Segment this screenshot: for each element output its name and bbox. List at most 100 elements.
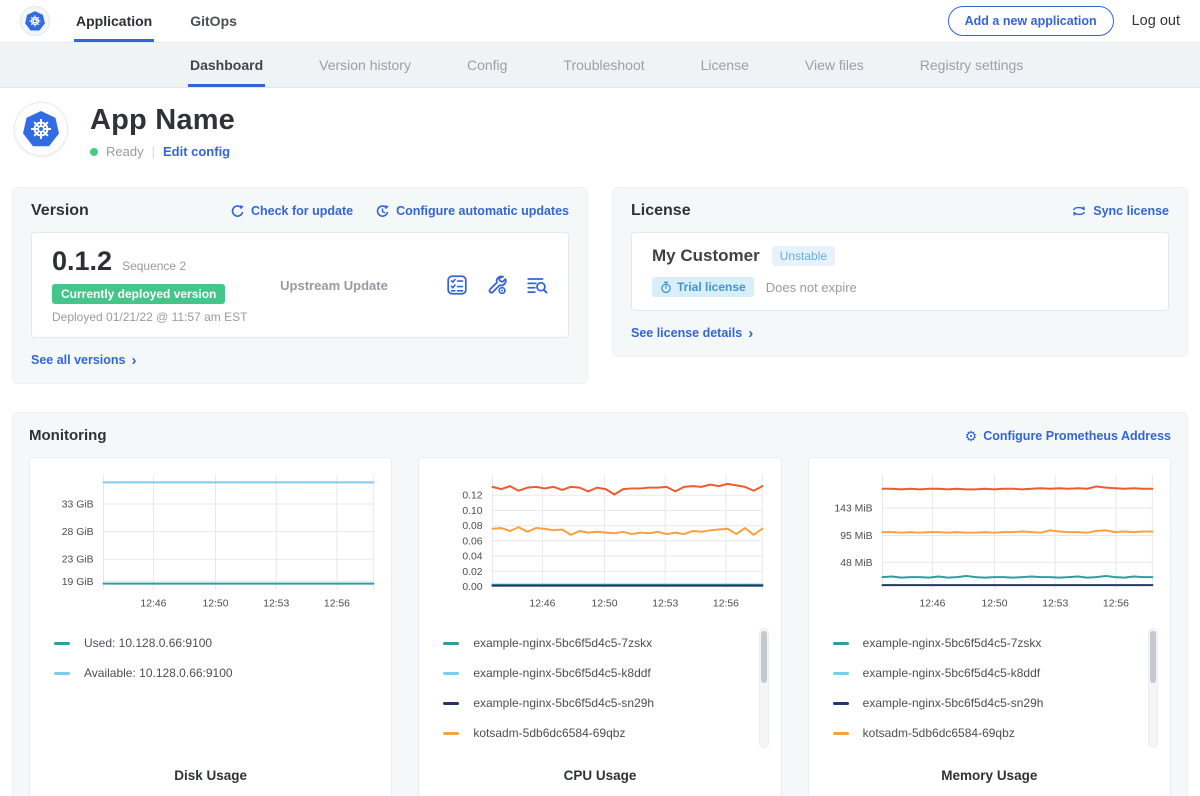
svg-text:0.04: 0.04 [463,552,483,563]
tab-view-files[interactable]: View files [803,43,866,87]
configure-prometheus-button[interactable]: ⚙ Configure Prometheus Address [965,429,1171,443]
tab-registry-settings[interactable]: Registry settings [918,43,1025,87]
top-nav-tabs: Application GitOps [74,0,239,42]
svg-text:28 GiB: 28 GiB [62,527,94,538]
svg-text:143 MiB: 143 MiB [834,504,872,515]
svg-text:0.02: 0.02 [463,567,483,578]
version-sequence: Sequence 2 [122,259,186,273]
tab-version-history[interactable]: Version history [317,43,413,87]
version-card-title: Version [31,202,89,220]
chart-title: Disk Usage [42,768,379,783]
version-card: Version Check for update Configure au [12,187,588,384]
tab-troubleshoot[interactable]: Troubleshoot [561,43,646,87]
see-all-versions-link[interactable]: See all versions› [31,353,137,368]
legend-item: example-nginx-5bc6f5d4c5-k8ddf [431,658,748,688]
legend-item: example-nginx-5bc6f5d4c5-k8ddf [821,658,1138,688]
status-dot [90,148,98,156]
scrollbar-thumb[interactable] [1150,631,1156,683]
svg-text:95 MiB: 95 MiB [840,531,872,542]
view-logs-icon[interactable] [526,274,548,296]
svg-text:48 MiB: 48 MiB [840,558,872,569]
svg-text:12:53: 12:53 [1042,599,1068,610]
legend-scrollbar[interactable] [1148,628,1158,748]
top-tab-application[interactable]: Application [74,0,154,42]
svg-text:12:56: 12:56 [713,599,739,610]
series-line [882,530,1152,532]
svg-text:12:53: 12:53 [263,599,289,610]
svg-text:12:46: 12:46 [919,599,945,610]
chart-title: CPU Usage [431,768,768,783]
preflight-checks-icon[interactable] [446,274,468,296]
sync-license-button[interactable]: Sync license [1071,204,1169,218]
brand [20,0,50,42]
legend-scrollbar[interactable] [759,628,769,748]
legend-label: example-nginx-5bc6f5d4c5-k8ddf [863,666,1040,680]
version-source: Upstream Update [280,278,446,293]
svg-text:12:50: 12:50 [592,599,618,610]
version-number: 0.1.2 [52,246,112,277]
sync-icon [1071,204,1087,218]
memory-usage-chart: 143 MiB95 MiB48 MiB12:4612:5012:5312:56 [821,468,1158,620]
stopwatch-icon [660,281,672,294]
legend-label: example-nginx-5bc6f5d4c5-sn29h [863,696,1044,710]
cpu-usage-chart: 0.120.100.080.060.040.020.0012:4612:5012… [431,468,768,620]
divider: | [152,144,155,159]
chevron-right-icon: › [748,326,753,341]
legend-item: example-nginx-5bc6f5d4c5-7zskx [431,628,748,658]
legend-color-dash [443,732,459,735]
series-line [882,576,1152,578]
svg-text:0.10: 0.10 [463,506,483,517]
svg-text:12:46: 12:46 [140,599,166,610]
svg-text:23 GiB: 23 GiB [62,555,94,566]
license-card: License Sync license My Customer Unstabl… [612,187,1188,357]
svg-text:12:53: 12:53 [653,599,679,610]
app-header: App Name Ready | Edit config [0,88,1200,175]
svg-text:0.06: 0.06 [463,536,483,547]
memory-usage-panel: 143 MiB95 MiB48 MiB12:4612:5012:5312:56e… [808,457,1171,796]
disk-usage-panel: 33 GiB 28 GiB 23 GiB 19 GiB 12:46 12:50 12:53 1… [29,457,392,796]
legend-color-dash [833,642,849,645]
legend-label: example-nginx-5bc6f5d4c5-7zskx [863,636,1042,650]
disk-usage-legend: Used: 10.128.0.66:9100Available: 10.128.… [42,628,379,756]
app-kubernetes-icon [14,102,68,156]
tab-license[interactable]: License [699,43,751,87]
legend-color-dash [443,672,459,675]
monitoring-card: Monitoring ⚙ Configure Prometheus Addres… [12,412,1188,796]
clock-refresh-icon [375,204,390,219]
logout-link[interactable]: Log out [1132,13,1180,29]
status-text: Ready [106,144,144,159]
svg-text:33 GiB: 33 GiB [62,499,94,510]
check-for-update-button[interactable]: Check for update [230,204,353,219]
top-tab-gitops[interactable]: GitOps [188,0,239,42]
legend-item: Used: 10.128.0.66:9100 [42,628,359,658]
edit-config-link[interactable]: Edit config [163,144,230,159]
series-line [493,527,763,535]
legend-label: Used: 10.128.0.66:9100 [84,636,212,650]
chart-title: Memory Usage [821,768,1158,783]
add-application-button[interactable]: Add a new application [948,6,1114,36]
legend-color-dash [443,702,459,705]
cpu-usage-panel: 0.120.100.080.060.040.020.0012:4612:5012… [418,457,781,796]
see-license-details-link[interactable]: See license details› [631,326,753,341]
channel-badge: Unstable [772,246,835,266]
legend-label: example-nginx-5bc6f5d4c5-k8ddf [473,666,650,680]
memory-usage-legend[interactable]: example-nginx-5bc6f5d4c5-7zskx example-ng… [821,628,1158,756]
series-line [882,486,1152,489]
svg-text:12:46: 12:46 [530,599,556,610]
tab-config[interactable]: Config [465,43,509,87]
svg-text:19 GiB: 19 GiB [62,577,94,588]
legend-label: kotsadm-5db6dc6584-69qbz [863,726,1015,740]
config-wrench-icon[interactable] [486,274,508,296]
cpu-usage-legend[interactable]: example-nginx-5bc6f5d4c5-7zskx example-ng… [431,628,768,756]
scrollbar-thumb[interactable] [761,631,767,683]
configure-automatic-updates-button[interactable]: Configure automatic updates [375,204,569,219]
license-customer-name: My Customer [652,246,760,266]
tab-dashboard[interactable]: Dashboard [188,43,265,87]
svg-text:12:50: 12:50 [202,599,228,610]
license-card-title: License [631,202,691,220]
svg-text:12:56: 12:56 [324,599,350,610]
svg-text:0.08: 0.08 [463,521,483,532]
legend-color-dash [833,672,849,675]
legend-color-dash [54,642,70,645]
gear-icon: ⚙ [965,429,978,443]
